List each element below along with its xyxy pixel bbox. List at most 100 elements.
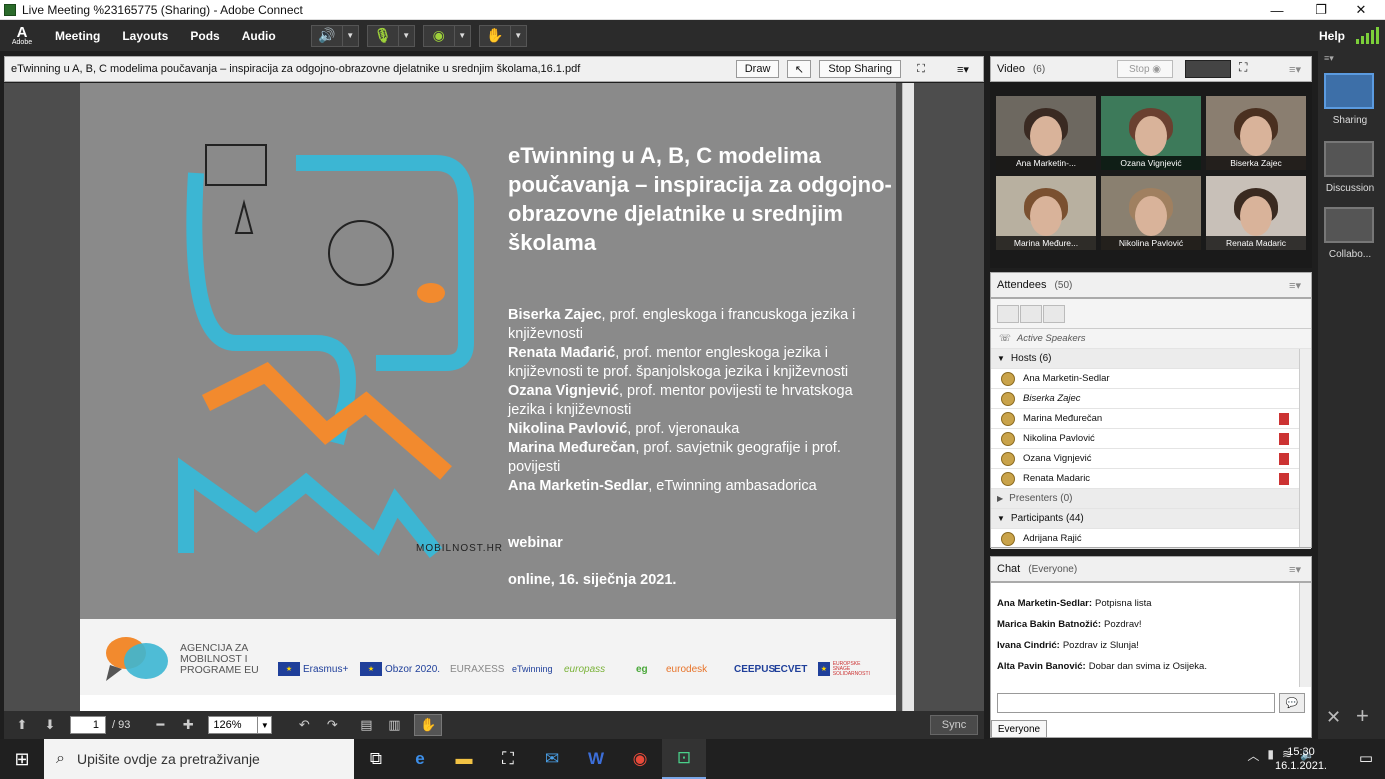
user-icon xyxy=(1001,411,1015,426)
hosts-section[interactable]: ▼ Hosts (6) xyxy=(991,349,1311,369)
grid-view-icon[interactable] xyxy=(1020,304,1042,323)
video-tile[interactable]: Ana Marketin-... xyxy=(996,96,1096,170)
list-view-icon[interactable] xyxy=(997,304,1019,323)
video-count: (6) xyxy=(1032,63,1046,75)
pod-menu-icon[interactable]: ≡▾ xyxy=(1289,563,1301,576)
chevron-down-icon[interactable]: ▼ xyxy=(341,25,358,46)
video-tile[interactable]: Nikolina Pavlović xyxy=(1101,176,1201,250)
list-item[interactable]: Nikolina Pavlović xyxy=(991,429,1311,449)
video-pod-header: Video (6) Stop ◉ ⛶ ≡▾ xyxy=(990,56,1312,82)
pointer-icon[interactable]: ↖ xyxy=(787,60,812,78)
mail-icon[interactable]: ✉ xyxy=(530,739,574,779)
video-tile[interactable]: Renata Madaric xyxy=(1206,176,1306,250)
eurodesk-logo: eurodesk xyxy=(666,663,708,675)
send-message-icon[interactable]: 💬 xyxy=(1279,693,1305,713)
presenters-section[interactable]: ▶ Presenters (0) xyxy=(991,489,1311,509)
chat-scrollbar[interactable] xyxy=(1299,583,1311,687)
chat-message: Marica Bakin Batnožić: Pozdrav! xyxy=(997,619,1142,630)
windows-start-icon[interactable]: ⊞ xyxy=(0,739,44,779)
word-icon[interactable]: W xyxy=(574,739,618,779)
chat-tab-everyone[interactable]: Everyone xyxy=(991,720,1047,738)
rotate-left-icon[interactable]: ↶ xyxy=(290,714,318,736)
draw-button[interactable]: Draw xyxy=(735,60,780,78)
speaker-icon: ☏ xyxy=(999,333,1011,344)
user-icon xyxy=(1001,391,1015,406)
task-view-icon[interactable]: ⧉ xyxy=(354,739,398,779)
slide-date: online, 16. siječnja 2021. xyxy=(508,572,677,588)
share-pod-header: eTwinning u A, B, C modelima poučavanja … xyxy=(4,56,984,82)
chat-message: Alta Pavin Banović: Dobar dan svima iz Os… xyxy=(997,661,1207,672)
chat-pod: Ana Marketin-Sedlar: Potpisna lista Maric… xyxy=(990,582,1312,738)
close-icon[interactable]: ✕ xyxy=(1341,0,1381,20)
menu-pods[interactable]: Pods xyxy=(179,29,230,43)
share-scrollbar[interactable] xyxy=(902,83,914,711)
agency-name: AGENCIJA ZA MOBILNOST I PROGRAME EU xyxy=(180,642,259,676)
video-layout-toggle[interactable] xyxy=(1185,60,1231,78)
minimize-icon[interactable]: — xyxy=(1257,0,1297,20)
fit-page-icon[interactable]: ▤ xyxy=(352,714,380,736)
video-tile[interactable]: Marina Međure... xyxy=(996,176,1096,250)
attendees-scrollbar[interactable] xyxy=(1299,349,1311,547)
chevron-down-icon[interactable]: ▼ xyxy=(397,25,414,46)
fit-width-icon[interactable]: ▥ xyxy=(380,714,408,736)
zoom-out-icon[interactable]: ━ xyxy=(146,714,174,736)
status-view-icon[interactable] xyxy=(1043,304,1065,323)
video-tile[interactable]: Ozana Vignjević xyxy=(1101,96,1201,170)
page-number-input[interactable]: 1 xyxy=(70,716,106,734)
help-menu[interactable]: Help xyxy=(1319,29,1345,43)
list-item[interactable]: Adrijana Rajić xyxy=(991,529,1311,549)
speaker-button[interactable]: 🔊 ▼ xyxy=(310,24,359,47)
pod-menu-icon[interactable]: ≡▾ xyxy=(1289,63,1301,76)
fullscreen-icon[interactable]: ⛶ xyxy=(1239,60,1247,75)
sync-button[interactable]: Sync xyxy=(930,715,978,735)
chevron-down-icon[interactable]: ▼ xyxy=(509,25,526,46)
layouts-menu-icon[interactable]: ≡▾ xyxy=(1324,53,1334,64)
collapse-icon[interactable]: ✕ xyxy=(1326,707,1341,728)
list-item[interactable]: Renata Madaric xyxy=(991,469,1311,489)
rotate-right-icon[interactable]: ↷ xyxy=(318,714,346,736)
chrome-icon[interactable]: ◉ xyxy=(618,739,662,779)
next-page-icon[interactable]: ⬇ xyxy=(36,714,64,736)
layout-discussion[interactable]: Discussion xyxy=(1324,141,1376,194)
chevron-up-icon[interactable]: ︿ xyxy=(1247,747,1259,764)
taskbar-search-input[interactable]: ⌕ Upišite ovdje za pretraživanje xyxy=(44,739,354,779)
list-item[interactable]: Marina Međurečan xyxy=(991,409,1311,429)
edge-icon[interactable]: e xyxy=(398,739,442,779)
maximize-icon[interactable]: ❐ xyxy=(1301,0,1341,20)
previous-page-icon[interactable]: ⬆ xyxy=(8,714,36,736)
list-item[interactable]: Ozana Vignjević xyxy=(991,449,1311,469)
share-content-area: MOBILNOST.HR eTwinning u A, B, C modelim… xyxy=(4,83,984,711)
chevron-down-icon[interactable]: ▼ xyxy=(453,25,470,46)
participants-section[interactable]: ▼ Participants (44) xyxy=(991,509,1311,529)
video-tile[interactable]: Biserka Zajec xyxy=(1206,96,1306,170)
app-icon xyxy=(4,3,16,16)
list-item[interactable]: Ana Marketin-Sedlar xyxy=(991,369,1311,389)
taskbar-clock[interactable]: 15:30 16.1.2021. xyxy=(1271,745,1331,773)
zoom-in-icon[interactable]: ✚ xyxy=(174,714,202,736)
hand-tool-icon[interactable]: ✋ xyxy=(414,714,443,736)
search-icon: ⌕ xyxy=(56,750,65,767)
pod-menu-icon[interactable]: ≡▾ xyxy=(951,60,975,78)
zoom-select[interactable]: 126% ▼ xyxy=(208,716,273,734)
menu-meeting[interactable]: Meeting xyxy=(44,29,111,43)
stop-video-button[interactable]: Stop ◉ xyxy=(1117,60,1173,78)
file-explorer-icon[interactable]: ▬ xyxy=(442,739,486,779)
layout-collaboration[interactable]: Collabo... xyxy=(1324,207,1376,260)
menu-audio[interactable]: Audio xyxy=(231,29,287,43)
chat-input[interactable] xyxy=(997,693,1275,713)
mic-muted-icon xyxy=(1279,452,1289,465)
notifications-icon[interactable]: ▭ xyxy=(1359,749,1373,767)
adobe-connect-taskbar-icon[interactable]: ⊡ xyxy=(662,739,706,779)
layout-sharing[interactable]: Sharing xyxy=(1324,73,1376,126)
pod-menu-icon[interactable]: ≡▾ xyxy=(1289,279,1301,292)
fullscreen-icon[interactable]: ⛶ xyxy=(909,60,933,78)
stop-sharing-button[interactable]: Stop Sharing xyxy=(819,60,901,78)
menu-layouts[interactable]: Layouts xyxy=(111,29,179,43)
list-item[interactable]: Biserka Zajec xyxy=(991,389,1311,409)
store-icon[interactable]: ⛶ xyxy=(486,739,530,779)
add-layout-icon[interactable]: + xyxy=(1356,703,1369,729)
user-icon xyxy=(1001,431,1015,446)
microphone-button[interactable]: 🎙 ▼ xyxy=(366,24,415,47)
webcam-button[interactable]: ◉ ▼ xyxy=(422,24,471,47)
raise-hand-button[interactable]: ✋ ▼ xyxy=(478,24,527,47)
